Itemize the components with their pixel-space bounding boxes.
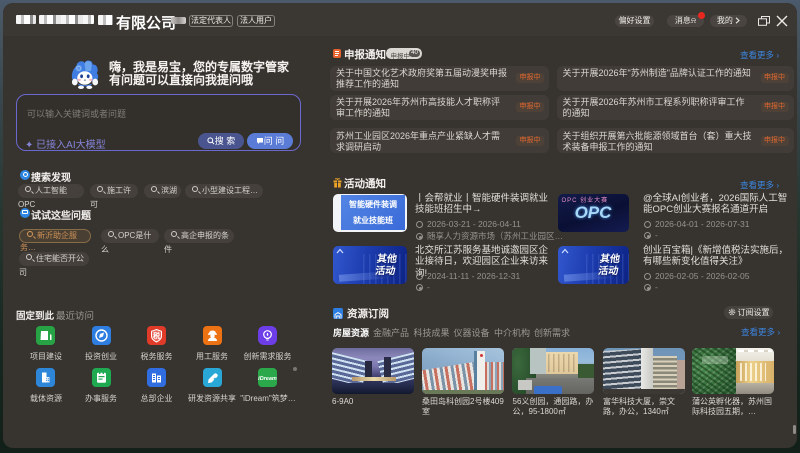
svg-text:税: 税 — [153, 331, 160, 340]
svg-text:iDream: iDream — [258, 376, 277, 382]
